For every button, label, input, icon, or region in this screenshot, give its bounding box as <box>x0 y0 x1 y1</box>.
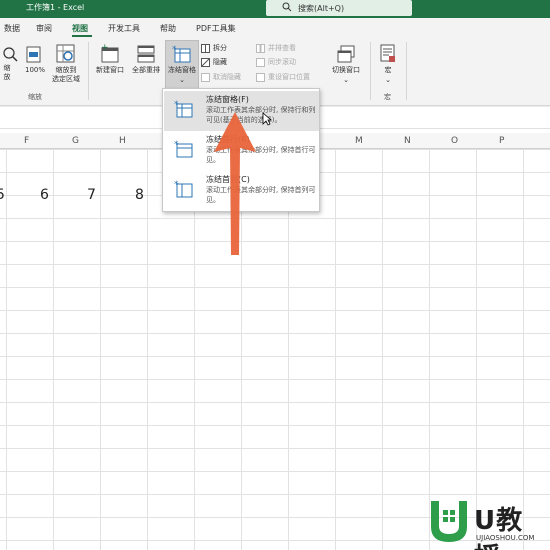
ribbon-separator <box>88 42 89 100</box>
mouse-cursor-icon <box>262 112 272 126</box>
column-header[interactable]: F <box>24 136 29 146</box>
macros-icon <box>380 44 395 62</box>
zoom-button[interactable]: 缩 放 <box>0 64 14 82</box>
freeze-first-column-icon: * <box>174 180 193 198</box>
hide-icon <box>201 58 210 67</box>
chevron-down-icon: ⌄ <box>343 76 349 84</box>
unhide-icon <box>201 73 210 82</box>
watermark-brand: U教授 <box>474 506 524 550</box>
svg-text:*: * <box>174 140 179 150</box>
tab-pdf-tools[interactable]: PDF工具集 <box>196 23 236 34</box>
reset-window-position-button[interactable]: 重设窗口位置 <box>268 73 310 82</box>
arrange-all-button[interactable]: 全部重排 <box>128 66 164 75</box>
watermark-url: UJIAOSHOU.COM <box>476 534 535 542</box>
zoom-group-label: 缩放 <box>28 93 42 101</box>
unhide-button[interactable]: 取消隐藏 <box>213 73 241 82</box>
column-header[interactable]: O <box>451 136 458 146</box>
tab-help[interactable]: 帮助 <box>160 23 176 34</box>
tab-data[interactable]: 数据 <box>4 23 20 34</box>
side-by-side-icon <box>256 44 265 53</box>
reset-window-position-icon <box>256 73 265 82</box>
chevron-down-icon: ⌄ <box>385 76 391 84</box>
u-shield-logo-icon <box>431 501 467 542</box>
column-header[interactable]: N <box>404 136 411 146</box>
hide-button[interactable]: 隐藏 <box>213 58 227 67</box>
sync-scroll-button[interactable]: 同步滚动 <box>268 58 296 67</box>
svg-text:*: * <box>174 100 179 110</box>
excel-window: 工作簿1 - Excel 搜索(Alt+Q) 数据 审阅 视图 开发工具 帮助 … <box>0 0 550 550</box>
cell-value[interactable]: 6 <box>40 187 49 203</box>
sync-scroll-icon <box>256 58 265 67</box>
search-icon <box>282 2 292 12</box>
new-window-icon: + <box>101 44 119 63</box>
split-button[interactable]: 拆分 <box>213 44 227 53</box>
macros-group-label: 宏 <box>384 93 391 101</box>
tab-developer[interactable]: 开发工具 <box>108 23 140 34</box>
zoom-to-selection-button[interactable]: 缩放到 选定区域 <box>46 66 86 84</box>
cell-value[interactable]: 7 <box>87 187 96 203</box>
switch-windows-button[interactable]: 切换窗口 <box>326 66 366 75</box>
ribbon-separator <box>406 42 407 100</box>
tab-view[interactable]: 视图 <box>72 23 88 34</box>
title-bar: 工作簿1 - Excel 搜索(Alt+Q) <box>0 0 550 18</box>
search-box[interactable]: 搜索(Alt+Q) <box>266 0 412 16</box>
freeze-panes-icon: * <box>174 100 193 118</box>
macros-button[interactable]: 宏 <box>379 66 397 75</box>
freeze-panes-icon: * <box>172 45 191 63</box>
annotation-arrow <box>214 112 256 255</box>
switch-windows-icon <box>337 45 355 63</box>
freeze-panes-button[interactable]: 冻结窗格 <box>163 66 201 75</box>
zoom-icon <box>3 47 18 62</box>
zoom-100-icon <box>26 46 41 63</box>
svg-text:+: + <box>101 44 109 53</box>
menu-item-title: 冻结窗格(F) <box>206 95 249 104</box>
tab-review[interactable]: 审阅 <box>36 23 52 34</box>
column-header[interactable]: H <box>119 136 126 146</box>
arrange-all-icon <box>137 45 155 63</box>
svg-text:*: * <box>172 45 177 55</box>
active-tab-indicator <box>72 35 92 37</box>
chevron-down-icon: ⌄ <box>179 76 185 84</box>
side-by-side-button[interactable]: 并排查看 <box>268 44 296 53</box>
split-icon <box>201 44 210 53</box>
freeze-top-row-icon: * <box>174 140 193 158</box>
search-input[interactable]: 搜索(Alt+Q) <box>298 3 344 14</box>
column-header[interactable]: P <box>499 136 504 146</box>
column-header[interactable]: G <box>72 136 79 146</box>
column-header[interactable]: M <box>355 136 363 146</box>
zoom-to-selection-icon <box>56 44 75 63</box>
new-window-button[interactable]: 新建窗口 <box>92 66 128 75</box>
cell-value[interactable]: 5 <box>0 187 5 203</box>
ribbon-separator <box>370 42 371 100</box>
cell-value[interactable]: 8 <box>135 187 144 203</box>
watermark-logo: U教授 UJIAOSHOU.COM <box>428 498 546 550</box>
window-title: 工作簿1 - Excel <box>26 3 85 12</box>
svg-text:*: * <box>174 180 179 190</box>
